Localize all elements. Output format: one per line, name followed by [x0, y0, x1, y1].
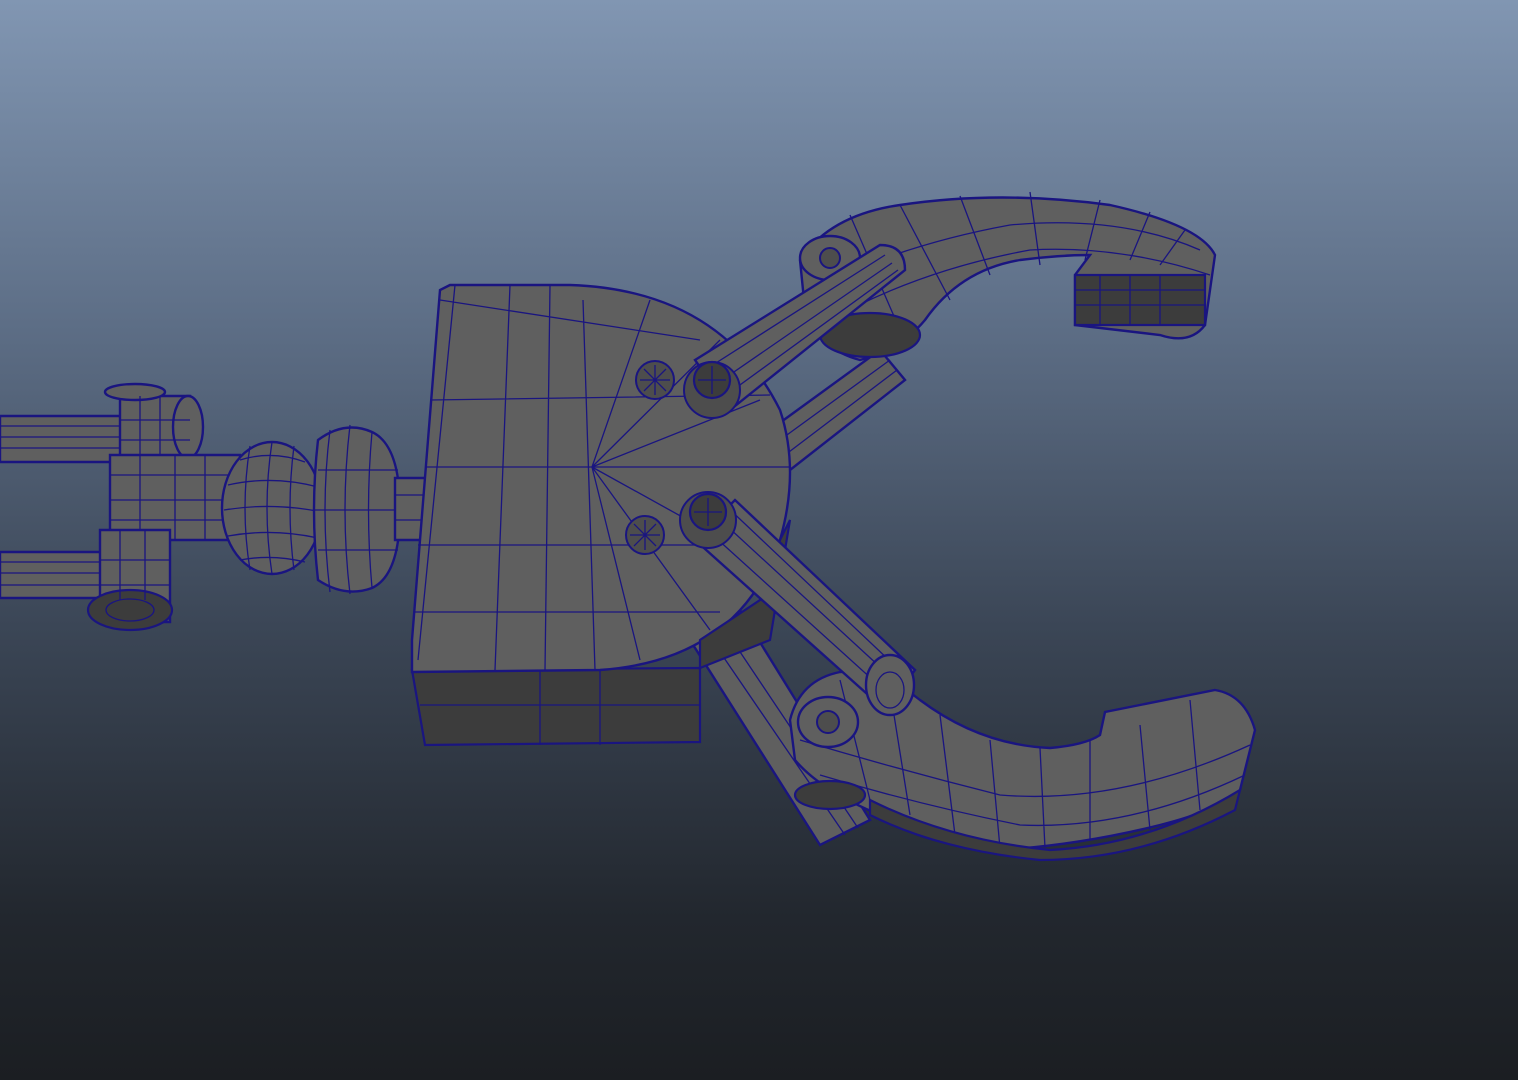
lower-claw[interactable] [788, 670, 1257, 862]
upper-rear-link[interactable] [768, 348, 907, 472]
3d-viewport[interactable] [0, 0, 1518, 1080]
wireframe-model[interactable] [0, 0, 1518, 1080]
ball-neck[interactable] [220, 424, 442, 595]
